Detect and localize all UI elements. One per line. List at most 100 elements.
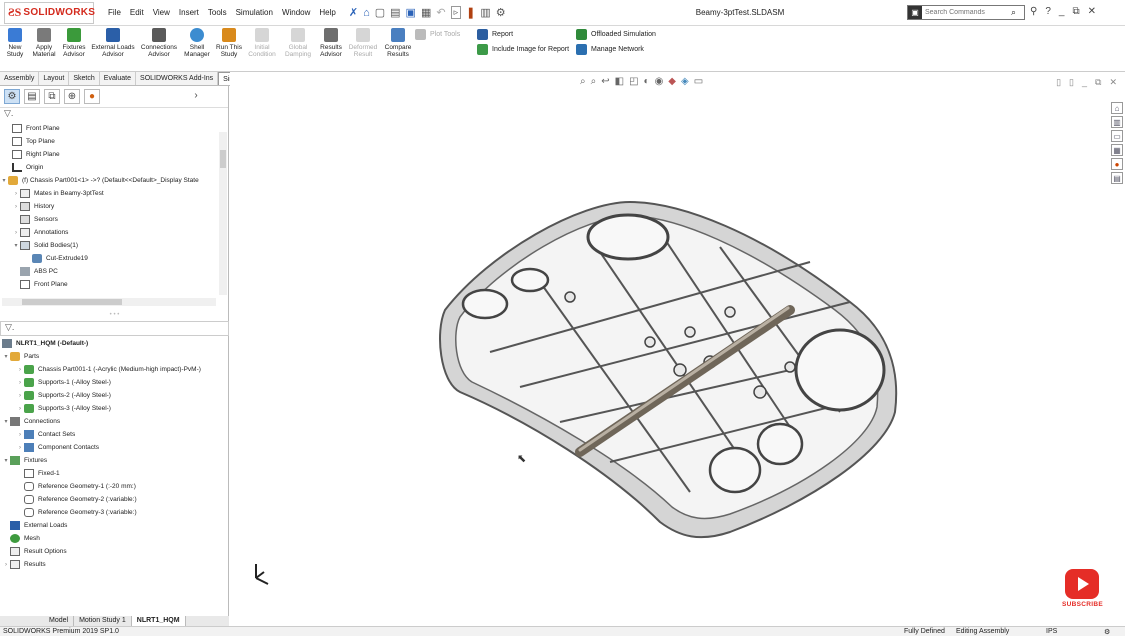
view-orientation-icon[interactable]: ◰ xyxy=(629,76,638,87)
view-palette-icon[interactable]: ▦ xyxy=(1111,144,1123,156)
pin-icon[interactable]: ✗ xyxy=(349,6,358,19)
chevron-down-icon[interactable]: ▾ xyxy=(2,418,10,425)
chevron-right-icon[interactable]: › xyxy=(16,406,24,412)
study-reference-geometry-1[interactable]: Reference Geometry-1 (:-20 mm:) xyxy=(24,480,136,493)
tree-item-history[interactable]: › History xyxy=(12,200,54,213)
feature-manager-tab-icon[interactable]: ⚙ xyxy=(4,89,20,104)
previous-view-icon[interactable]: ↩ xyxy=(601,76,609,87)
tab-evaluate[interactable]: Evaluate xyxy=(100,72,137,85)
study-component-contacts[interactable]: › Component Contacts xyxy=(16,441,99,454)
help-icon[interactable]: ? xyxy=(1045,6,1051,17)
menu-window[interactable]: Window xyxy=(282,8,310,17)
design-library-icon[interactable]: ▥ xyxy=(1111,116,1123,128)
display-manager-tab-icon[interactable]: ● xyxy=(84,89,100,104)
chassis-model[interactable] xyxy=(430,192,990,572)
restore-icon[interactable]: ⧉ xyxy=(1072,6,1079,17)
feature-tree-hscrollbar[interactable] xyxy=(2,298,216,306)
solidworks-logo[interactable]: ƧS SOLIDWORKS xyxy=(4,1,95,24)
study-result-options[interactable]: Result Options xyxy=(10,545,67,558)
compare-results-button[interactable]: Compare Results xyxy=(382,28,414,58)
shell-manager-button[interactable]: Shell Manager xyxy=(183,28,211,58)
tab-sketch[interactable]: Sketch xyxy=(69,72,100,85)
menu-edit[interactable]: Edit xyxy=(130,8,144,17)
connections-advisor-button[interactable]: Connections Advisor xyxy=(139,28,179,58)
configuration-manager-tab-icon[interactable]: ⧉ xyxy=(44,89,60,104)
menu-file[interactable]: File xyxy=(108,8,121,17)
tab-solidworks-add-ins[interactable]: SOLIDWORKS Add-Ins xyxy=(136,72,219,85)
chevron-down-icon[interactable]: ▾ xyxy=(0,177,8,184)
chevron-right-icon[interactable]: › xyxy=(16,445,24,451)
file-properties-icon[interactable]: ▥ xyxy=(480,6,490,19)
print-icon[interactable]: ▦ xyxy=(421,6,431,19)
study-filter-icon[interactable]: ▽. xyxy=(0,321,229,336)
external-loads-advisor-button[interactable]: External Loads Advisor xyxy=(90,28,136,58)
study-mesh[interactable]: Mesh xyxy=(10,532,40,545)
plot-tools-button[interactable]: Plot Tools xyxy=(415,29,460,40)
chevron-down-icon[interactable]: ▾ xyxy=(2,457,10,464)
study-part-chassis[interactable]: › Chassis Part001-1 (-Acrylic (Medium-hi… xyxy=(16,363,201,376)
view-settings-icon[interactable]: ▭ xyxy=(694,76,703,87)
study-reference-geometry-2[interactable]: Reference Geometry-2 (:variable:) xyxy=(24,493,137,506)
viewport-close-icon[interactable]: ✕ xyxy=(1109,77,1117,88)
study-root[interactable]: NLRT1_HQM (-Default-) xyxy=(2,337,88,350)
undo-icon[interactable]: ↶ xyxy=(436,6,445,19)
chevron-right-icon[interactable]: › xyxy=(16,380,24,386)
chevron-right-icon[interactable]: › xyxy=(12,204,20,210)
menu-help[interactable]: Help xyxy=(319,8,335,17)
save-icon[interactable]: ▣ xyxy=(406,6,416,19)
apply-scene-icon[interactable]: ◈ xyxy=(681,76,689,87)
tree-item-front-plane[interactable]: Front Plane xyxy=(4,122,60,135)
chevron-down-icon[interactable]: ▾ xyxy=(12,242,20,249)
tree-item-annotations[interactable]: › Annotations xyxy=(12,226,68,239)
hide-show-items-icon[interactable]: ◉ xyxy=(655,76,664,87)
rebuild-status-icon[interactable]: ⚙ xyxy=(1104,628,1110,636)
chevron-right-icon[interactable]: › xyxy=(16,432,24,438)
select-icon[interactable]: ▹ xyxy=(450,6,462,19)
tree-item-material[interactable]: ABS PC xyxy=(12,265,58,278)
graphics-area[interactable]: ⌕ ⌕ ↩ ◧ ◰ ◐ ◉ ◆ ◈ ▭ ▯ ▯ _ ⧉ ✕ ⌂ ▥ ▭ ▦ ● … xyxy=(230,72,1125,626)
viewport-restore-icon[interactable]: ⧉ xyxy=(1095,77,1101,88)
appearances-icon[interactable]: ● xyxy=(1111,158,1123,170)
menu-tools[interactable]: Tools xyxy=(208,8,227,17)
search-commands[interactable]: ▣ ⌕ xyxy=(907,5,1025,20)
study-reference-geometry-3[interactable]: Reference Geometry-3 (:variable:) xyxy=(24,506,137,519)
options-gear-icon[interactable]: ⚙ xyxy=(496,6,506,19)
study-part-supports-1[interactable]: › Supports-1 (-Alloy Steel-) xyxy=(16,376,111,389)
results-advisor-button[interactable]: Results Advisor xyxy=(317,28,345,58)
include-image-for-report-button[interactable]: Include Image for Report xyxy=(477,44,569,55)
filter-icon[interactable]: ▽. xyxy=(0,108,228,120)
dimxpert-tab-icon[interactable]: ⊕ xyxy=(64,89,80,104)
study-results[interactable]: › Results xyxy=(2,558,46,571)
zoom-to-area-icon[interactable]: ⌕ xyxy=(591,76,597,87)
search-icon[interactable]: ⌕ xyxy=(1011,7,1016,18)
new-study-button[interactable]: New Study xyxy=(4,28,26,58)
study-contact-sets[interactable]: › Contact Sets xyxy=(16,428,75,441)
zoom-to-fit-icon[interactable]: ⌕ xyxy=(580,76,586,87)
chevron-right-icon[interactable]: › xyxy=(12,230,20,236)
tree-item-top-plane[interactable]: Top Plane xyxy=(4,135,55,148)
chevron-down-icon[interactable]: ▾ xyxy=(2,353,10,360)
initial-condition-button[interactable]: Initial Condition xyxy=(247,28,277,58)
study-fixed-1[interactable]: Fixed-1 xyxy=(24,467,60,480)
youtube-subscribe-button[interactable]: SUBSCRIBE xyxy=(1062,569,1103,608)
viewport-minimize-icon[interactable]: _ xyxy=(1082,77,1087,88)
manage-network-button[interactable]: Manage Network xyxy=(576,44,644,55)
section-view-icon[interactable]: ◧ xyxy=(615,76,624,87)
open-icon[interactable]: ▤ xyxy=(390,6,400,19)
tab-motion-study[interactable]: Motion Study 1 xyxy=(74,616,132,626)
feature-tree-scrollbar[interactable] xyxy=(219,132,227,295)
study-connections[interactable]: ▾ Connections xyxy=(2,415,60,428)
study-part-supports-3[interactable]: › Supports-3 (-Alloy Steel-) xyxy=(16,402,111,415)
tree-item-sensors[interactable]: Sensors xyxy=(12,213,58,226)
chevron-right-icon[interactable]: › xyxy=(2,562,10,568)
chevron-right-icon[interactable]: › xyxy=(16,393,24,399)
study-external-loads[interactable]: External Loads xyxy=(10,519,67,532)
rebuild-icon[interactable]: ❚ xyxy=(466,6,475,19)
tab-layout[interactable]: Layout xyxy=(39,72,70,85)
status-units[interactable]: IPS xyxy=(1046,628,1057,635)
run-this-study-button[interactable]: Run This Study xyxy=(215,28,243,58)
edit-appearance-icon[interactable]: ◆ xyxy=(668,76,676,87)
display-style-icon[interactable]: ◐ xyxy=(644,76,650,87)
tree-item-origin[interactable]: Origin xyxy=(4,161,43,174)
tree-item-cut-extrude[interactable]: Cut-Extrude19 xyxy=(32,252,88,265)
